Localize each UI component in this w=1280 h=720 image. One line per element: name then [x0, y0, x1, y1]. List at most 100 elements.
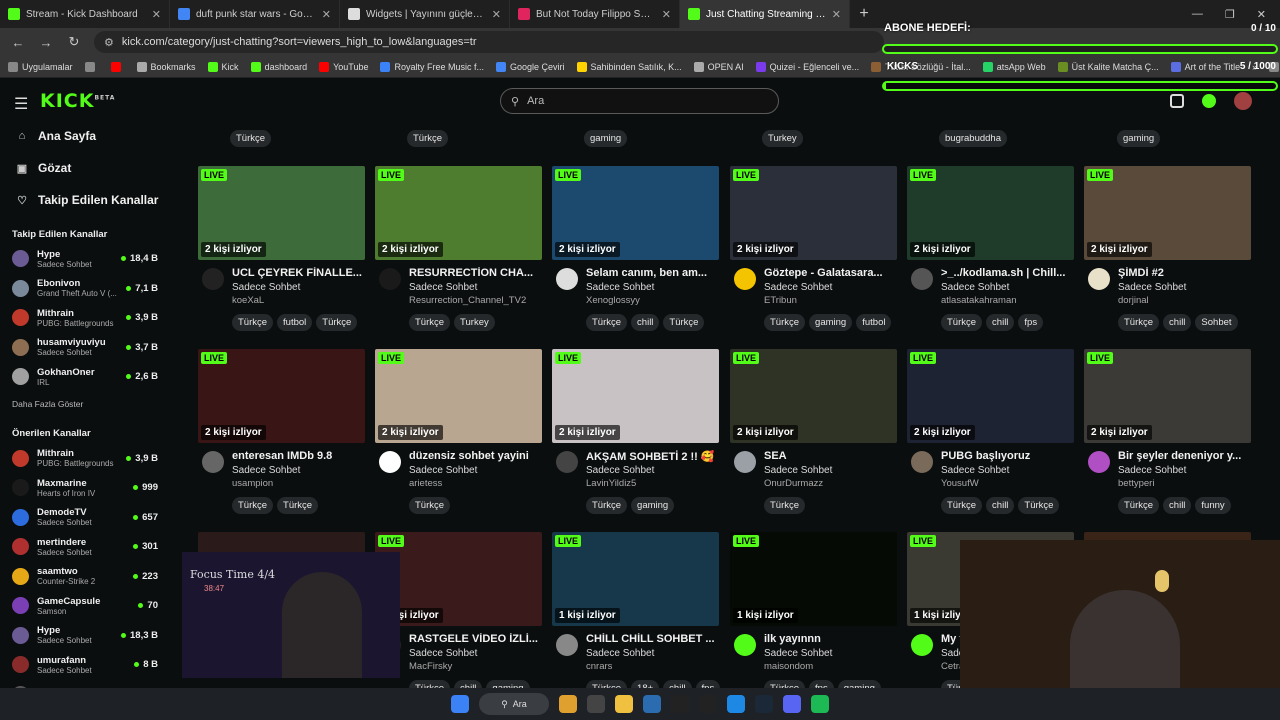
tag-chip[interactable]: gaming: [809, 314, 853, 331]
stream-card[interactable]: LIVE 2 kişi izliyor SEA Sadece Sohbet OnurDu…: [730, 349, 897, 514]
stream-title[interactable]: ilk yayınnn: [764, 633, 897, 645]
channel-name[interactable]: Xenoglossyy: [586, 295, 640, 306]
tag-chip[interactable]: Türkçe: [941, 314, 983, 331]
stream-card[interactable]: LIVE 2 kişi izliyor Selam canım, ben am...…: [552, 166, 719, 331]
show-more-link[interactable]: Daha Fazla Göster: [0, 392, 180, 416]
browser-tab[interactable]: Stream - Kick Dashboard ✕: [0, 0, 170, 28]
tag-chip[interactable]: Türkçe: [586, 680, 628, 688]
stream-title[interactable]: Göztepe - Galatasara...: [764, 267, 897, 279]
tag-chip[interactable]: Sohbet: [1195, 314, 1238, 331]
browser-tab[interactable]: But Not Today Filippo Sorcinelli ✕: [510, 0, 680, 28]
tag-chip[interactable]: Türkçe: [277, 497, 319, 514]
stream-card[interactable]: LIVE 2 kişi izliyor RESURRECTİON CHA... Sad…: [375, 166, 542, 331]
bookmark-item[interactable]: [110, 61, 125, 72]
stream-card[interactable]: LIVE 1 kişi izliyor ilk yayınnn Sadece Sohb…: [730, 532, 897, 688]
channel-name[interactable]: arietess: [409, 478, 442, 489]
stream-card[interactable]: LIVE 1 kişi izliyor CHİLL CHİLL SOHBET ...…: [552, 532, 721, 688]
chrome-icon[interactable]: [559, 695, 577, 713]
channel-name[interactable]: dorjinal: [1118, 295, 1149, 306]
channel-avatar[interactable]: [1088, 451, 1110, 473]
tag-chip[interactable]: futbol: [856, 314, 892, 331]
channel-avatar[interactable]: [556, 268, 578, 290]
tag-chip[interactable]: gaming: [486, 680, 530, 688]
tag-chip[interactable]: chill: [663, 680, 692, 688]
bookmark-item[interactable]: dashboard: [250, 61, 307, 72]
stream-thumbnail[interactable]: LIVE 2 kişi izliyor: [552, 166, 719, 260]
bookmark-item[interactable]: Quizei - Eğlenceli ve...: [755, 61, 859, 72]
forward-icon[interactable]: →: [38, 35, 54, 50]
tag-chip[interactable]: gaming: [584, 130, 628, 147]
new-tab-button[interactable]: +: [850, 5, 878, 23]
stream-thumbnail[interactable]: LIVE 1 kişi izliyor: [375, 532, 542, 626]
close-icon[interactable]: ✕: [152, 8, 161, 21]
tag-chip[interactable]: Türkçe: [1118, 314, 1160, 331]
stream-thumbnail[interactable]: LIVE 2 kişi izliyor: [198, 349, 365, 443]
channel-name[interactable]: YousufW: [941, 478, 979, 489]
sidebar-nav-heart[interactable]: ♡ Takip Edilen Kanallar: [0, 184, 180, 216]
tag-chip[interactable]: Türkçe: [764, 314, 806, 331]
tag-chip[interactable]: funny: [1195, 497, 1231, 514]
stream-card[interactable]: LIVE 2 kişi izliyor AKŞAM SOHBETİ 2 !! 🥰 Sa…: [552, 349, 719, 514]
site-info-icon[interactable]: ⚙: [104, 36, 114, 49]
stream-thumbnail[interactable]: LIVE 1 kişi izliyor: [730, 532, 897, 626]
tag-chip[interactable]: fps: [695, 680, 721, 688]
tag-chip[interactable]: Türkçe: [764, 680, 806, 688]
close-icon[interactable]: ✕: [492, 8, 501, 21]
stream-card[interactable]: LIVE 2 kişi izliyor Göztepe - Galatasara..…: [730, 166, 897, 331]
channel-name[interactable]: maisondom: [764, 661, 813, 672]
stream-title[interactable]: PUBG başlıyoruz: [941, 450, 1074, 462]
stream-card[interactable]: LIVE 2 kişi izliyor Bir şeyler deneniyor y…: [1084, 349, 1251, 514]
browser-tab[interactable]: Just Chatting Streaming - Live ✕: [680, 0, 850, 28]
channel-avatar[interactable]: [911, 634, 933, 656]
stream-thumbnail[interactable]: LIVE 1 kişi izliyor: [552, 532, 719, 626]
taskbar-search[interactable]: ⚲ Ara: [479, 693, 549, 715]
sidebar-channel[interactable]: Hype Sadece Sohbet 18,4 B: [0, 244, 180, 274]
channel-avatar[interactable]: [202, 268, 224, 290]
channel-name[interactable]: Resurrection_Channel_TV2: [409, 295, 526, 306]
channel-name[interactable]: cnrars: [586, 661, 612, 672]
channel-name[interactable]: bettyperi: [1118, 478, 1154, 489]
stream-thumbnail[interactable]: LIVE 2 kişi izliyor: [552, 349, 719, 443]
channel-avatar[interactable]: [1088, 268, 1110, 290]
tag-chip[interactable]: Türkçe: [407, 130, 449, 147]
stream-title[interactable]: CHİLL CHİLL SOHBET ...: [586, 633, 719, 645]
sidebar-channel[interactable]: Hype Sadece Sohbet 18,3 B: [0, 621, 180, 651]
sidebar-channel[interactable]: Mithrain PUBG: Battlegrounds 3,9 B: [0, 303, 180, 333]
channel-name[interactable]: atlasatakahraman: [941, 295, 1017, 306]
channel-avatar[interactable]: [911, 268, 933, 290]
tag-chip[interactable]: Türkçe: [941, 497, 983, 514]
stream-title[interactable]: enteresan IMDb 9.8: [232, 450, 365, 462]
close-icon[interactable]: ✕: [832, 8, 841, 21]
tag-chip[interactable]: fps: [1018, 314, 1044, 331]
tag-chip[interactable]: chill: [986, 497, 1015, 514]
browser-tab[interactable]: duft punk star wars - Google'da ✕: [170, 0, 340, 28]
stream-thumbnail[interactable]: LIVE 2 kişi izliyor: [375, 166, 542, 260]
tag-chip[interactable]: Türkçe: [1018, 497, 1060, 514]
bookmark-item[interactable]: [84, 61, 99, 72]
tag-chip[interactable]: Türkçe: [409, 314, 451, 331]
stream-title[interactable]: düzensiz sohbet yayini: [409, 450, 542, 462]
sidebar-channel[interactable]: Mithrain PUBG: Battlegrounds 3,9 B: [0, 444, 180, 474]
stream-category[interactable]: Sadece Sohbet: [941, 282, 1009, 293]
channel-avatar[interactable]: [734, 451, 756, 473]
stream-category[interactable]: Sadece Sohbet: [586, 465, 654, 476]
stream-category[interactable]: Sadece Sohbet: [941, 465, 1009, 476]
store-icon[interactable]: [643, 695, 661, 713]
tag-chip[interactable]: Türkçe: [230, 130, 272, 147]
close-icon[interactable]: ✕: [662, 8, 671, 21]
stream-title[interactable]: SEA: [764, 450, 897, 462]
channel-name[interactable]: OnurDurmazz: [764, 478, 823, 489]
sidebar-channel[interactable]: mertindere Sadece Sohbet 301: [0, 532, 180, 562]
bookmark-item[interactable]: Kick: [207, 61, 239, 72]
tag-chip[interactable]: Türkçe: [232, 497, 274, 514]
tag-chip[interactable]: chill: [986, 314, 1015, 331]
channel-name[interactable]: ETribun: [764, 295, 797, 306]
tag-chip[interactable]: Türkçe: [409, 497, 451, 514]
stream-title[interactable]: RESURRECTİON CHA...: [409, 267, 542, 279]
channel-name[interactable]: usampion: [232, 478, 273, 489]
tag-chip[interactable]: Türkçe: [316, 314, 358, 331]
stream-thumbnail[interactable]: LIVE 2 kişi izliyor: [375, 349, 542, 443]
search-input[interactable]: ⚲ Ara: [500, 88, 779, 114]
stream-category[interactable]: Sadece Sohbet: [764, 465, 832, 476]
sidebar-channel[interactable]: GokhanOner IRL 2,6 B: [0, 362, 180, 392]
